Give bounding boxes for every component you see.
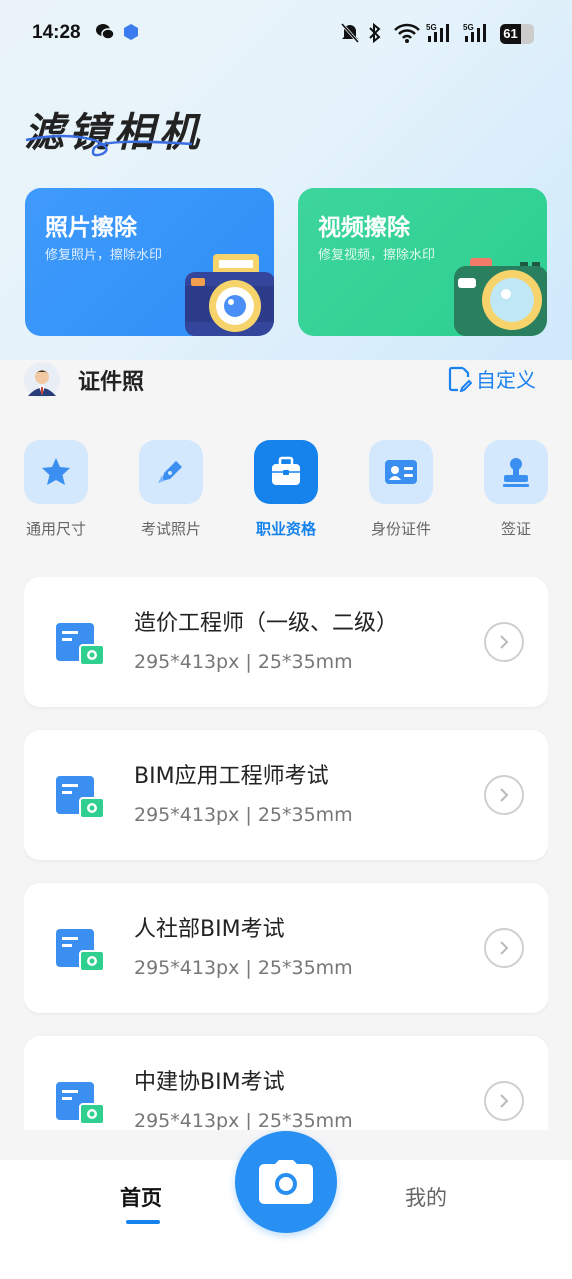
- signal-5g-icon-2: 5G: [463, 23, 486, 42]
- pen-icon: [158, 461, 182, 483]
- camera-button[interactable]: [235, 1131, 337, 1233]
- custom-label: 自定义: [476, 368, 536, 392]
- battery-level: 61: [500, 24, 522, 44]
- star-icon: [42, 458, 70, 485]
- stamp-icon: [503, 458, 529, 487]
- svg-text:5G: 5G: [426, 23, 437, 32]
- video-erase-title: 视频擦除: [318, 215, 410, 241]
- edit-document-icon: [448, 366, 472, 392]
- chevron-right-icon[interactable]: [484, 622, 524, 662]
- category-icon-box: [369, 440, 433, 504]
- chevron-right-icon[interactable]: [484, 1081, 524, 1121]
- item-spec: 295*413px | 25*35mm: [134, 957, 353, 979]
- item-name: 造价工程师（一级、二级）: [134, 611, 399, 636]
- video-camera-illustration-icon: [454, 258, 547, 336]
- list-item[interactable]: BIM应用工程师考试 295*413px | 25*35mm: [24, 730, 548, 860]
- category-icon-box: [139, 440, 203, 504]
- item-name: BIM应用工程师考试: [134, 764, 329, 789]
- item-spec: 295*413px | 25*35mm: [134, 1110, 353, 1130]
- briefcase-icon: [272, 456, 300, 485]
- photo-spec-list: 造价工程师（一级、二级） 295*413px | 25*35mm BIM应用工程…: [24, 577, 548, 1130]
- status-bar: 14:28 5G 5G 61: [0, 0, 572, 68]
- tab-home[interactable]: 首页: [120, 1182, 162, 1212]
- id-photo-doc-icon: [56, 623, 105, 666]
- id-card-icon: [385, 460, 417, 484]
- category-label: 职业资格: [255, 520, 316, 538]
- video-erase-subtitle: 修复视频，擦除水印: [318, 248, 436, 263]
- app-notification-icon: [124, 24, 138, 40]
- id-photo-doc-icon: [56, 776, 105, 819]
- category-visa[interactable]: 签证: [471, 440, 561, 539]
- section-title: 证件照: [78, 370, 145, 395]
- category-id-documents[interactable]: 身份证件: [356, 440, 446, 539]
- avatar: [24, 362, 60, 398]
- list-item[interactable]: 造价工程师（一级、二级） 295*413px | 25*35mm: [24, 577, 548, 707]
- photo-erase-card[interactable]: 照片擦除 修复照片，擦除水印: [25, 188, 274, 336]
- bluetooth-icon: [369, 22, 381, 44]
- tab-mine[interactable]: 我的: [405, 1182, 447, 1212]
- category-exam-photo[interactable]: 考试照片: [126, 440, 216, 539]
- category-icon-box: [254, 440, 318, 504]
- id-photo-doc-icon: [56, 929, 105, 972]
- category-icon-box: [24, 440, 88, 504]
- signal-5g-icon: 5G: [426, 23, 449, 42]
- chevron-right-icon[interactable]: [484, 928, 524, 968]
- category-label: 通用尺寸: [25, 520, 86, 538]
- custom-size-button[interactable]: 自定义: [448, 364, 536, 393]
- camera-icon: [259, 1160, 313, 1204]
- battery-icon: 61: [500, 24, 534, 44]
- svg-text:5G: 5G: [463, 23, 474, 32]
- category-professional-qualification[interactable]: 职业资格: [241, 440, 331, 539]
- wifi-icon: [394, 23, 420, 43]
- mute-bell-icon: [340, 23, 360, 43]
- item-name: 中建协BIM考试: [134, 1070, 285, 1095]
- category-general-size[interactable]: 通用尺寸: [11, 440, 101, 539]
- list-item[interactable]: 中建协BIM考试 295*413px | 25*35mm: [24, 1036, 548, 1130]
- item-spec: 295*413px | 25*35mm: [134, 804, 353, 826]
- id-photo-doc-icon: [56, 1082, 105, 1125]
- item-name: 人社部BIM考试: [134, 917, 285, 942]
- photo-erase-title: 照片擦除: [45, 215, 137, 241]
- id-photo-section-header: 证件照 自定义: [24, 360, 548, 400]
- category-tabs: 通用尺寸 考试照片 职业资格 身份证件 签证: [0, 440, 572, 550]
- camera-illustration-icon: [185, 254, 274, 336]
- video-erase-card[interactable]: 视频擦除 修复视频，擦除水印: [298, 188, 547, 336]
- category-icon-box: [484, 440, 548, 504]
- list-item[interactable]: 人社部BIM考试 295*413px | 25*35mm: [24, 883, 548, 1013]
- wechat-icon: [96, 24, 115, 40]
- category-label: 身份证件: [370, 520, 431, 538]
- photo-erase-subtitle: 修复照片，擦除水印: [45, 248, 163, 263]
- title-swoosh-icon: [25, 134, 193, 157]
- category-label: 签证: [500, 520, 531, 538]
- item-spec: 295*413px | 25*35mm: [134, 651, 353, 673]
- chevron-right-icon[interactable]: [484, 775, 524, 815]
- category-label: 考试照片: [140, 520, 201, 538]
- status-time: 14:28: [32, 22, 81, 43]
- tab-home-indicator: [126, 1220, 160, 1224]
